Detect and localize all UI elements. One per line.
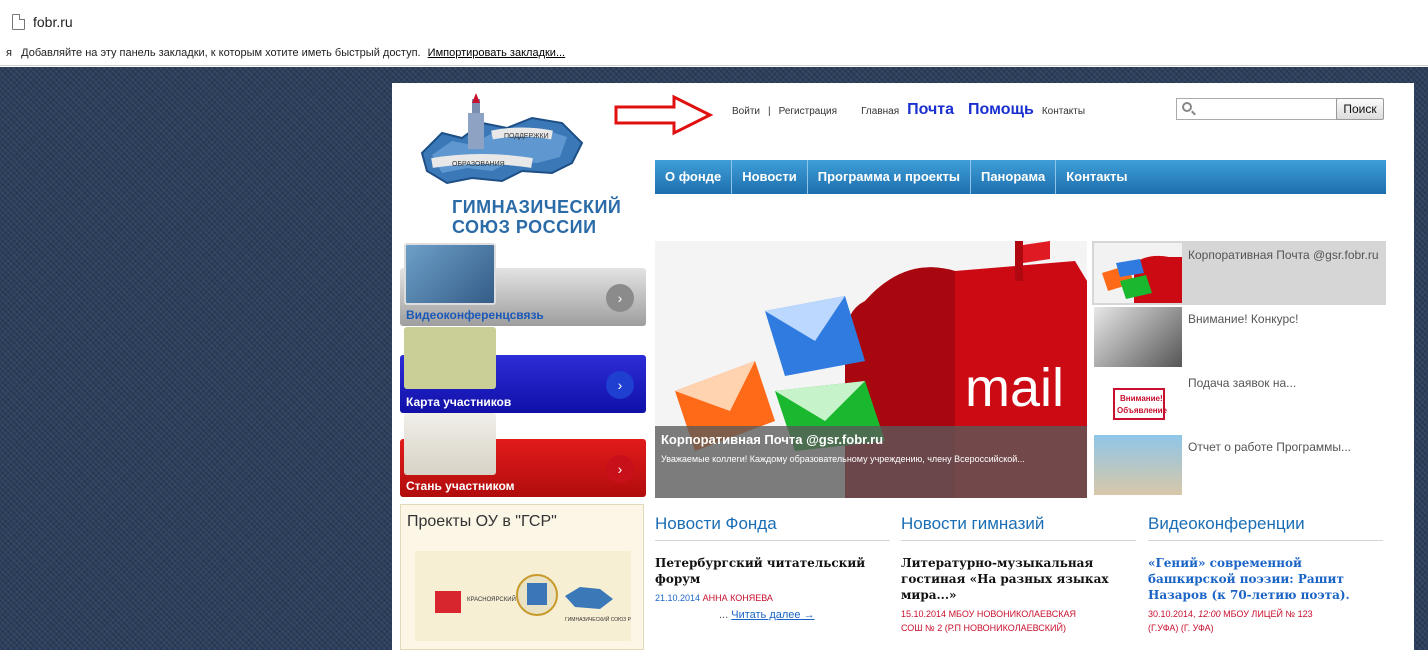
notice-line-2: Объявление	[1117, 406, 1168, 415]
red-arrow-icon	[614, 94, 714, 136]
home-link[interactable]: Главная	[861, 106, 899, 117]
union-logo-text: ГИМНАЗИЧЕСКИЙ СОЮЗ РОССИИ	[565, 615, 631, 623]
notice-line-1: Внимание!	[1120, 394, 1163, 403]
gymnasium-news-meta: 15.10.2014 МБОУ НОВОНИКОЛАЕВСКАЯ	[901, 609, 1136, 619]
videoconference-news-title[interactable]: Видеоконференции	[1148, 514, 1383, 541]
search-icon	[1182, 102, 1192, 112]
logo-ribbon-2: ПОДДЕРЖКИ	[504, 133, 549, 140]
thumb-title: Корпоративная Почта @gsr.fobr.ru	[1188, 248, 1379, 262]
projects-box: Проекты ОУ в "ГСР" КРАСНОЯРСКИЙ ИНСТИТУТ…	[400, 504, 650, 650]
videoconference-photo	[404, 243, 496, 305]
slide-thumb[interactable]: Отчет о работе Программы...	[1092, 433, 1386, 497]
top-links: Войти | Регистрация Главная Почта Помощь…	[732, 101, 1085, 119]
slide-thumb[interactable]: Корпоративная Почта @gsr.fobr.ru	[1092, 241, 1386, 305]
slide-thumb[interactable]: Внимание! Объявление Подача заявок на...	[1092, 369, 1386, 433]
search-input[interactable]	[1176, 98, 1338, 120]
videoconference-news-column: Видеоконференции «Гений» современной баш…	[1148, 514, 1383, 633]
top-links-separator: |	[767, 106, 771, 117]
site-container: ОБРАЗОВАНИЯ ПОДДЕРЖКИ ГИМНАЗИЧЕСКИЙ СОЮЗ…	[392, 83, 1414, 650]
chevron-right-icon: ›	[606, 455, 634, 483]
slideshow[interactable]: mail Корпоративная Почта @gsr.fobr.ru Ув…	[655, 241, 1087, 498]
videoconference-news-date: 30.10.2014,	[1148, 609, 1196, 619]
thumb-image-contest	[1094, 307, 1182, 367]
gymnasium-news-article[interactable]: Литературно-музыкальная гостиная «На раз…	[901, 555, 1136, 603]
chevron-right-icon: ›	[606, 371, 634, 399]
slide-caption-title: Корпоративная Почта @gsr.fobr.ru	[661, 432, 884, 447]
tab-title: fobr.ru	[33, 14, 73, 30]
login-link[interactable]: Войти	[732, 106, 760, 117]
projects-logos: КРАСНОЯРСКИЙ ИНСТИТУТ ГИМНАЗИЧЕСКИЙ СОЮЗ…	[435, 574, 650, 623]
gymnasium-news-author-cut: СОШ № 2 (Р.П НОВОНИКОЛАЕВСКИЙ)	[901, 623, 1066, 633]
thumb-title: Отчет о работе Программы...	[1188, 440, 1352, 454]
videoconference-label: Видеоконференцсвязь	[406, 308, 544, 322]
read-more-link[interactable]: Читать далее →	[731, 609, 814, 621]
bookmarks-hint: Добавляйте на эту панель закладки, к кот…	[21, 47, 421, 59]
logo-line-1: ГИМНАЗИЧЕСКИЙ	[452, 197, 622, 217]
fund-news-author[interactable]: АННА КОНЯЕВА	[703, 593, 773, 603]
nav-item-panorama[interactable]: Панорама	[971, 160, 1057, 194]
fund-news-title[interactable]: Новости Фонда	[655, 514, 890, 541]
russia-map-icon: ОБРАЗОВАНИЯ ПОДДЕРЖКИ	[420, 93, 584, 185]
fund-news-article[interactable]: Петербургский читательский форум	[655, 555, 890, 587]
contacts-link[interactable]: Контакты	[1042, 106, 1085, 117]
browser-tab[interactable]: fobr.ru	[12, 14, 73, 30]
map-image	[404, 327, 496, 389]
site-logo[interactable]: ОБРАЗОВАНИЯ ПОДДЕРЖКИ ГИМНАЗИЧЕСКИЙ СОЮЗ…	[412, 93, 621, 237]
nav-item-about[interactable]: О фонде	[655, 160, 733, 194]
slide-caption-text: Уважаемые коллеги! Каждому образовательн…	[661, 454, 1025, 464]
videoconference-news-time: 12:00	[1198, 609, 1221, 619]
people-photo	[404, 413, 496, 475]
mail-word: mail	[965, 358, 1064, 418]
search-button[interactable]: Поиск	[1336, 98, 1384, 120]
fund-news-column: Новости Фонда Петербургский читательский…	[655, 514, 890, 621]
thumb-image-notice: Внимание! Объявление	[1094, 371, 1182, 431]
gymnasium-news-column: Новости гимназий Литературно-музыкальная…	[901, 514, 1136, 633]
page-icon	[12, 14, 25, 30]
register-link[interactable]: Регистрация	[779, 106, 837, 117]
videoconference-news-meta: 30.10.2014, 12:00 МБОУ ЛИЦЕЙ № 123	[1148, 609, 1383, 619]
chevron-right-icon: ›	[606, 284, 634, 312]
thumb-image-report	[1094, 435, 1182, 495]
gymnasium-news-title[interactable]: Новости гимназий	[901, 514, 1136, 541]
thumb-title: Внимание! Конкурс!	[1188, 312, 1299, 326]
videoconference-news-article[interactable]: «Гений» современной башкирской поэзии: Р…	[1148, 555, 1383, 603]
gymnasium-news-date: 15.10.2014	[901, 609, 947, 619]
gymnasium-news-author[interactable]: МБОУ НОВОНИКОЛАЕВСКАЯ	[949, 609, 1076, 619]
browser-tab-bar: fobr.ru	[0, 0, 1428, 40]
thumb-image-mail	[1094, 243, 1182, 303]
participants-map-label: Карта участников	[406, 395, 512, 409]
read-more: ... Читать далее →	[655, 609, 890, 621]
videoconference-news-author-cut: (Г.УФА) (Г. УФА)	[1148, 623, 1214, 633]
nav-item-programs[interactable]: Программа и проекты	[808, 160, 971, 194]
bookmarks-prefix: я	[6, 47, 12, 59]
bookmarks-bar: я Добавляйте на эту панель закладки, к к…	[0, 40, 1428, 66]
nav-item-news[interactable]: Новости	[732, 160, 808, 194]
mail-link[interactable]: Почта	[907, 101, 954, 119]
read-more-prefix: ...	[719, 609, 729, 621]
main-nav: О фонде Новости Программа и проекты Пано…	[655, 160, 1386, 194]
become-participant-label: Стань участником	[406, 479, 515, 493]
projects-banner[interactable]: КРАСНОЯРСКИЙ ИНСТИТУТ ГИМНАЗИЧЕСКИЙ СОЮЗ…	[415, 551, 650, 641]
logo-ribbon-1: ОБРАЗОВАНИЯ	[452, 161, 505, 168]
fund-news-meta: 21.10.2014 АННА КОНЯЕВА	[655, 593, 890, 603]
projects-title: Проекты ОУ в "ГСР"	[407, 513, 557, 530]
logo-line-2: СОЮЗ РОССИИ	[452, 217, 597, 237]
thumb-title: Подача заявок на...	[1188, 376, 1297, 390]
logo-text: ГИМНАЗИЧЕСКИЙ СОЮЗ РОССИИ	[452, 197, 621, 237]
slide-caption: Корпоративная Почта @gsr.fobr.ru Уважаем…	[655, 426, 1087, 498]
help-link[interactable]: Помощь	[968, 101, 1034, 119]
fund-news-date: 21.10.2014	[655, 593, 701, 603]
import-bookmarks-link[interactable]: Импортировать закладки...	[428, 47, 565, 59]
nav-item-contacts[interactable]: Контакты	[1056, 160, 1137, 194]
slide-thumb[interactable]: Внимание! Конкурс!	[1092, 305, 1386, 369]
videoconference-news-author[interactable]: МБОУ ЛИЦЕЙ № 123	[1223, 609, 1313, 619]
